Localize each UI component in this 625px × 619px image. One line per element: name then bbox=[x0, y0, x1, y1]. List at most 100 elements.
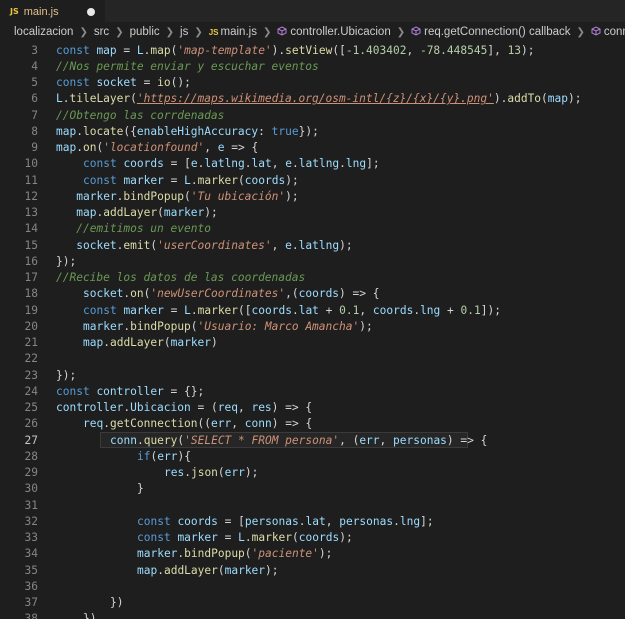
code-line[interactable]: 35 map.addLayer(marker); bbox=[0, 562, 625, 578]
code-text[interactable]: marker.bindPopup('Usuario: Marco Amancha… bbox=[38, 320, 625, 333]
code-line[interactable]: 27 conn.query('SELECT * FROM persona', (… bbox=[0, 432, 625, 448]
line-number: 20 bbox=[24, 319, 38, 333]
line-number: 16 bbox=[24, 254, 38, 268]
code-text[interactable]: req.getConnection((err, conn) => { bbox=[38, 417, 625, 430]
javascript-file-icon: JS bbox=[208, 28, 219, 37]
breadcrumb-item-js[interactable]: js bbox=[180, 26, 188, 38]
code-line[interactable]: 37 }) bbox=[0, 595, 625, 611]
breadcrumb-item-main-js[interactable]: JS main.js bbox=[209, 26, 257, 38]
code-line[interactable]: 8 map.locate({enableHighAccuracy: true}); bbox=[0, 123, 625, 139]
breadcrumb-item-localizacion[interactable]: localizacion bbox=[14, 26, 73, 38]
code-text[interactable]: const map = L.map('map-template').setVie… bbox=[38, 44, 625, 57]
code-line[interactable]: 14 //emitimos un evento bbox=[0, 221, 625, 237]
code-line[interactable]: 26 req.getConnection((err, conn) => { bbox=[0, 416, 625, 432]
code-line[interactable]: 16}); bbox=[0, 253, 625, 269]
code-text[interactable]: const marker = L.marker(coords); bbox=[38, 531, 625, 544]
line-number: 29 bbox=[24, 466, 38, 480]
code-text[interactable]: map.locate({enableHighAccuracy: true}); bbox=[38, 125, 625, 138]
code-line[interactable]: 13 map.addLayer(marker); bbox=[0, 205, 625, 221]
line-number: 18 bbox=[24, 287, 38, 301]
chevron-right-icon: ❯ bbox=[396, 26, 406, 38]
code-line[interactable]: 5 const socket = io(); bbox=[0, 75, 625, 91]
code-line[interactable]: 15 socket.emit('userCoordinates', e.latl… bbox=[0, 237, 625, 253]
code-text[interactable]: }) bbox=[38, 596, 625, 609]
code-line[interactable]: 30 } bbox=[0, 481, 625, 497]
breadcrumb-item-src[interactable]: src bbox=[94, 26, 109, 38]
code-line[interactable]: 29 res.json(err); bbox=[0, 465, 625, 481]
line-number: 12 bbox=[24, 189, 38, 203]
code-text[interactable]: }); bbox=[38, 369, 625, 382]
code-line[interactable]: 17//Recibe los datos de las coordenadas bbox=[0, 270, 625, 286]
code-line[interactable]: 32 const coords = [personas.lat, persona… bbox=[0, 513, 625, 529]
line-number: 23 bbox=[24, 368, 38, 382]
code-text[interactable]: } bbox=[38, 482, 625, 495]
breadcrumb: localizacion ❯ src ❯ public ❯ js ❯ JS mai… bbox=[0, 22, 625, 42]
breadcrumb-item-controller-ubicacion[interactable]: controller.Ubicacion bbox=[277, 26, 391, 38]
code-line[interactable]: 12 marker.bindPopup('Tu ubicación'); bbox=[0, 188, 625, 204]
line-number: 6 bbox=[31, 92, 38, 106]
code-line[interactable]: 7//Obtengo las corrdenadas bbox=[0, 107, 625, 123]
code-line[interactable]: 19 const marker = L.marker([coords.lat +… bbox=[0, 302, 625, 318]
breadcrumb-item-public[interactable]: public bbox=[130, 26, 160, 38]
code-text[interactable]: conn.query('SELECT * FROM persona', (err… bbox=[38, 434, 625, 447]
code-text[interactable]: res.json(err); bbox=[38, 466, 625, 479]
breadcrumb-item-getconnection-callback[interactable]: req.getConnection() callback bbox=[411, 26, 571, 38]
code-text[interactable]: marker.bindPopup('paciente'); bbox=[38, 547, 625, 560]
code-line[interactable]: 24 const controller = {}; bbox=[0, 383, 625, 399]
chevron-right-icon: ❯ bbox=[165, 26, 175, 38]
code-line[interactable]: 20 marker.bindPopup('Usuario: Marco Aman… bbox=[0, 318, 625, 334]
code-text[interactable]: //Obtengo las corrdenadas bbox=[38, 109, 625, 122]
line-number: 17 bbox=[24, 271, 38, 285]
code-text[interactable]: map.addLayer(marker); bbox=[38, 564, 625, 577]
line-number: 7 bbox=[31, 108, 38, 122]
breadcrumb-item-conn-query[interactable]: conn.query('SELE bbox=[591, 26, 625, 38]
tab-main-js[interactable]: JS main.js bbox=[0, 0, 105, 22]
code-text[interactable]: }); bbox=[38, 255, 625, 268]
code-line[interactable]: 21 map.addLayer(marker) bbox=[0, 335, 625, 351]
code-line[interactable]: 38 }) bbox=[0, 611, 625, 619]
code-editor[interactable]: 3 const map = L.map('map-template').setVi… bbox=[0, 42, 625, 619]
code-line[interactable]: 18 socket.on('newUserCoordinates',(coord… bbox=[0, 286, 625, 302]
code-text[interactable]: socket.on('newUserCoordinates',(coords) … bbox=[38, 287, 625, 300]
code-text[interactable]: //Nos permite enviar y escuchar eventos bbox=[38, 60, 625, 73]
code-text[interactable]: const marker = L.marker(coords); bbox=[38, 174, 625, 187]
code-text[interactable]: }) bbox=[38, 612, 625, 619]
code-line[interactable]: 9 map.on('locationfound', e => { bbox=[0, 140, 625, 156]
code-text[interactable]: map.on('locationfound', e => { bbox=[38, 141, 625, 154]
unsaved-dot-icon[interactable] bbox=[87, 7, 95, 16]
line-number: 26 bbox=[24, 417, 38, 431]
line-number: 33 bbox=[24, 531, 38, 545]
code-line[interactable]: 36 bbox=[0, 578, 625, 594]
code-line[interactable]: 23}); bbox=[0, 367, 625, 383]
code-text[interactable]: map.addLayer(marker) bbox=[38, 336, 625, 349]
code-text[interactable]: const controller = {}; bbox=[38, 385, 625, 398]
line-number: 14 bbox=[24, 222, 38, 236]
code-line[interactable]: 10 const coords = [e.latlng.lat, e.latln… bbox=[0, 156, 625, 172]
code-text[interactable]: marker.bindPopup('Tu ubicación'); bbox=[38, 190, 625, 203]
line-number: 27 bbox=[24, 433, 38, 447]
code-text[interactable]: //Recibe los datos de las coordenadas bbox=[38, 271, 625, 284]
code-line[interactable]: 33 const marker = L.marker(coords); bbox=[0, 530, 625, 546]
code-text[interactable]: const coords = [e.latlng.lat, e.latlng.l… bbox=[38, 157, 625, 170]
code-text[interactable]: const marker = L.marker([coords.lat + 0.… bbox=[38, 304, 625, 317]
code-line[interactable]: 22 bbox=[0, 351, 625, 367]
line-number: 30 bbox=[24, 482, 38, 496]
code-line[interactable]: 25 controller.Ubicacion = (req, res) => { bbox=[0, 400, 625, 416]
code-line[interactable]: 31 bbox=[0, 497, 625, 513]
code-text[interactable]: map.addLayer(marker); bbox=[38, 206, 625, 219]
code-text[interactable]: if(err){ bbox=[38, 450, 625, 463]
code-text[interactable]: controller.Ubicacion = (req, res) => { bbox=[38, 401, 625, 414]
code-line[interactable]: 4//Nos permite enviar y escuchar eventos bbox=[0, 58, 625, 74]
code-line[interactable]: 34 marker.bindPopup('paciente'); bbox=[0, 546, 625, 562]
code-text[interactable]: const coords = [personas.lat, personas.l… bbox=[38, 515, 625, 528]
code-line[interactable]: 28 if(err){ bbox=[0, 448, 625, 464]
code-line[interactable]: 3 const map = L.map('map-template').setVi… bbox=[0, 42, 625, 58]
line-number: 15 bbox=[24, 238, 38, 252]
code-text[interactable]: L.tileLayer('https://maps.wikimedia.org/… bbox=[38, 92, 625, 105]
line-number: 35 bbox=[24, 563, 38, 577]
code-text[interactable]: //emitimos un evento bbox=[38, 222, 625, 235]
code-text[interactable]: socket.emit('userCoordinates', e.latlng)… bbox=[38, 239, 625, 252]
code-line[interactable]: 6 L.tileLayer('https://maps.wikimedia.org… bbox=[0, 91, 625, 107]
code-text[interactable]: const socket = io(); bbox=[38, 76, 625, 89]
code-line[interactable]: 11 const marker = L.marker(coords); bbox=[0, 172, 625, 188]
